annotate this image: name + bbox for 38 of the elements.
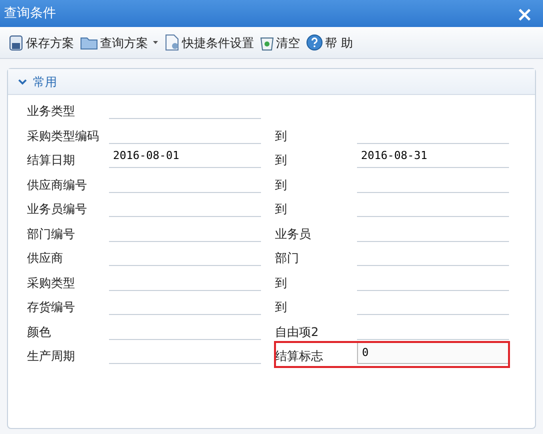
field-label: 到 [275, 176, 288, 194]
field-label: 供应商编号 [27, 176, 88, 194]
input-field[interactable]: 2016-08-01 [109, 146, 261, 168]
field-label: 到 [275, 274, 288, 292]
field-label: 到 [275, 152, 288, 169]
field-label: 存货编号 [27, 299, 76, 316]
document-icon [164, 34, 180, 51]
bin-icon [260, 34, 274, 50]
field-label: 业务员 [275, 226, 312, 242]
folder-icon [80, 36, 98, 50]
panel-header[interactable]: 常用 [8, 69, 535, 95]
field-label: 采购类型编码 [27, 128, 100, 144]
field-label: 结算日期 [27, 152, 76, 169]
toolbar-button[interactable]: 保存方案 [8, 34, 74, 52]
field-label: 颜色 [27, 324, 52, 340]
toolbar-button[interactable]: 快捷条件设置 [164, 34, 254, 52]
toolbar-button[interactable]: 清空 [260, 34, 300, 52]
toolbar-button[interactable]: 查询方案 [80, 34, 158, 52]
input-field[interactable]: 2016-08-31 [357, 146, 509, 168]
field-label: 到 [275, 128, 288, 144]
field-label: 业务类型 [27, 103, 76, 120]
input-field[interactable]: 0 [357, 342, 509, 364]
window-title: 查询条件 [4, 4, 56, 23]
save-icon [8, 34, 24, 50]
toolbar-button[interactable]: 帮 助 [306, 34, 353, 52]
chevron-icon [18, 78, 27, 84]
field-label: 部门 [275, 250, 300, 267]
field-label: 采购类型 [27, 274, 76, 292]
panel-title: 常用 [33, 74, 57, 90]
field-label: 供应商 [27, 250, 64, 267]
field-label: 到 [275, 299, 288, 316]
field-label: 自由项2 [275, 324, 320, 340]
field-label: 业务员编号 [27, 201, 88, 218]
field-label: 部门编号 [27, 226, 76, 242]
field-label: 到 [275, 201, 288, 218]
help-icon [306, 34, 323, 51]
close-button[interactable]: × [516, 4, 533, 24]
field-label: 生产周期 [27, 348, 76, 365]
